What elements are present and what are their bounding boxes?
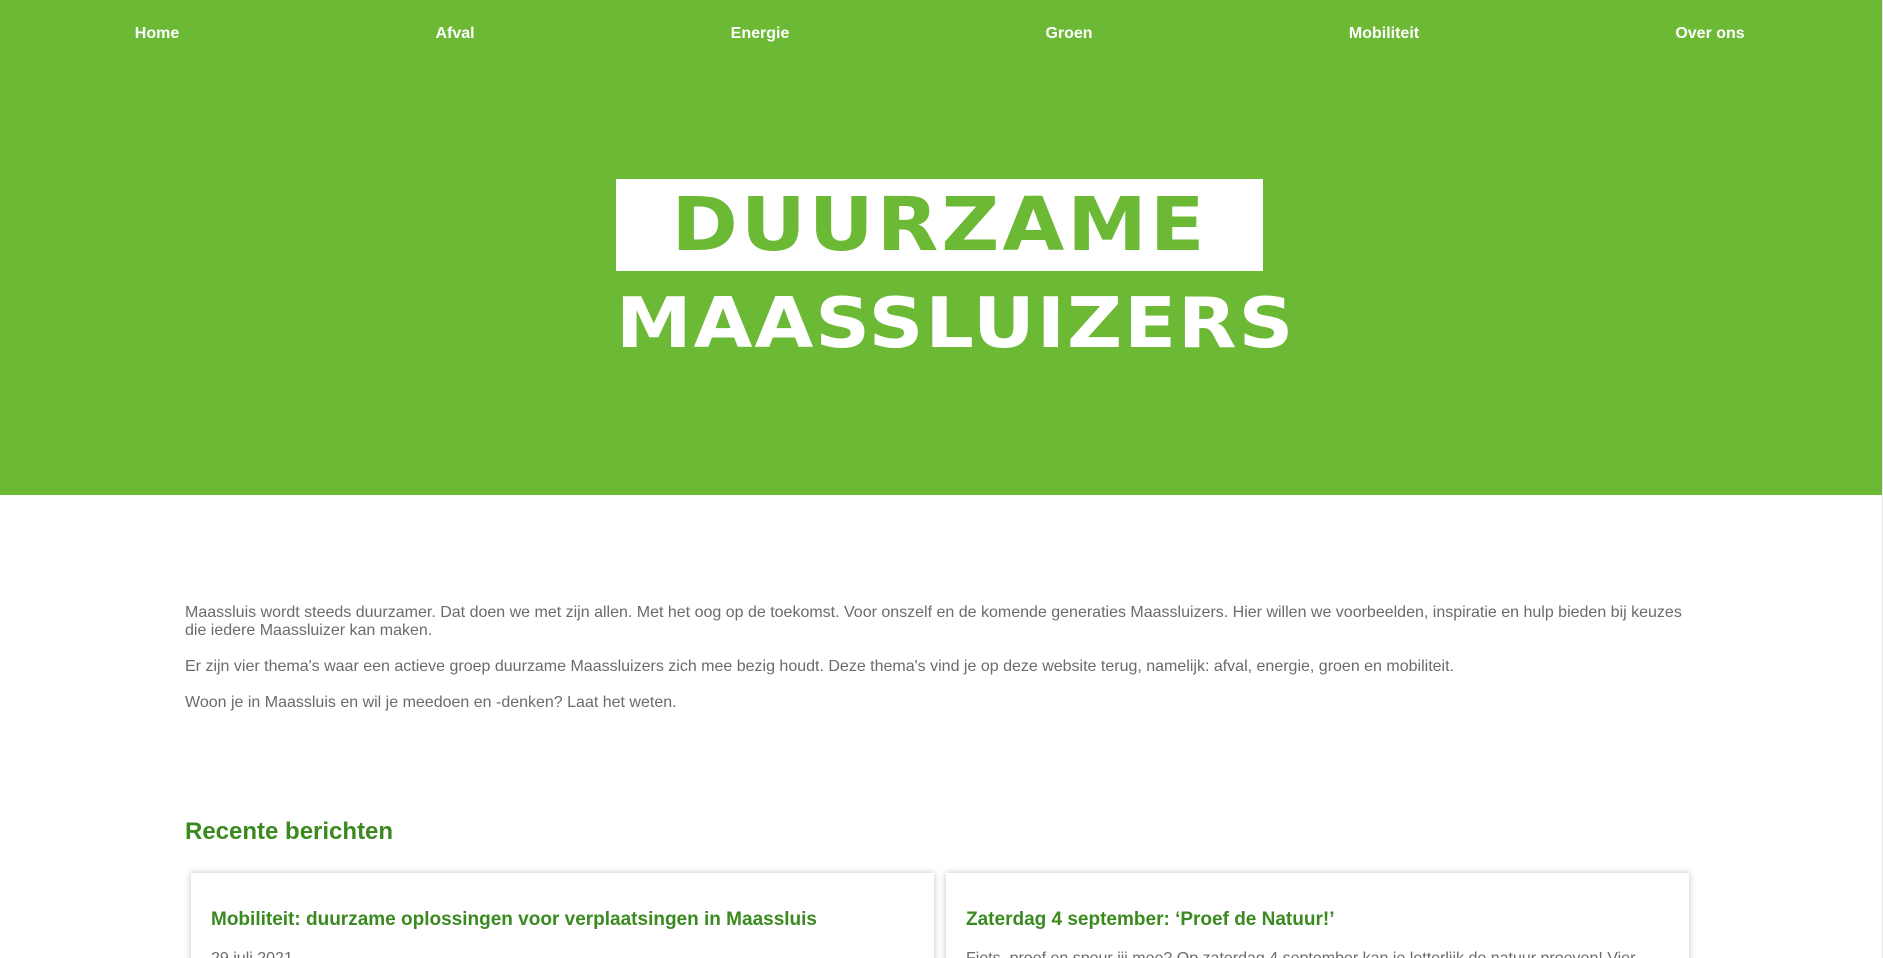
intro-section: Maassluis wordt steeds duurzamer. Dat do… bbox=[185, 604, 1690, 730]
nav-item-groen[interactable]: Groen bbox=[1045, 25, 1092, 43]
post-card-excerpt: Fiets, proef en speur jij mee? Op zaterd… bbox=[966, 950, 1669, 958]
site-logo-line-2: MAASSLUIZERS bbox=[616, 281, 1296, 364]
post-card-date: 29 juli 2021 bbox=[211, 950, 914, 958]
intro-paragraph: Woon je in Maassluis en wil je meedoen e… bbox=[185, 694, 677, 711]
nav-item-energie[interactable]: Energie bbox=[731, 25, 790, 43]
intro-paragraph: Er zijn vier thema's waar een actieve gr… bbox=[185, 658, 1454, 675]
post-card[interactable]: Zaterdag 4 september: ‘Proef de Natuur!’… bbox=[946, 873, 1689, 958]
nav-item-over-ons[interactable]: Over ons bbox=[1675, 25, 1744, 43]
recent-posts-title: Recente berichten bbox=[185, 818, 394, 845]
nav-item-mobiliteit[interactable]: Mobiliteit bbox=[1349, 25, 1419, 43]
site-logo-line-1: DUURZAME bbox=[671, 181, 1208, 268]
post-card-title[interactable]: Zaterdag 4 september: ‘Proef de Natuur!’ bbox=[966, 909, 1669, 931]
nav-item-afval[interactable]: Afval bbox=[435, 25, 474, 43]
hero-header: Home Afval Energie Groen Mobiliteit Over… bbox=[0, 0, 1882, 495]
main-nav: Home Afval Energie Groen Mobiliteit Over… bbox=[0, 0, 1882, 70]
intro-paragraph: Maassluis wordt steeds duurzamer. Dat do… bbox=[185, 604, 1682, 639]
nav-item-home[interactable]: Home bbox=[135, 25, 179, 43]
site-logo-top-box[interactable]: DUURZAME bbox=[616, 179, 1263, 271]
page: Home Afval Energie Groen Mobiliteit Over… bbox=[0, 0, 1883, 958]
post-card[interactable]: Mobiliteit: duurzame oplossingen voor ve… bbox=[191, 873, 934, 958]
post-card-title[interactable]: Mobiliteit: duurzame oplossingen voor ve… bbox=[211, 909, 914, 931]
